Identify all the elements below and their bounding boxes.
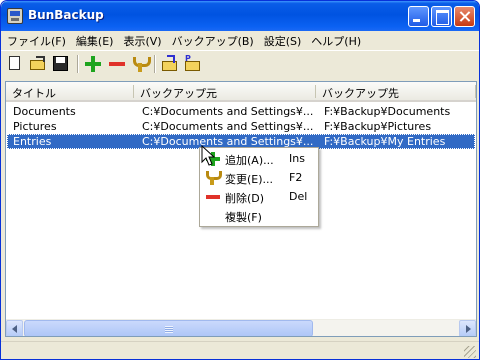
- toolbar: P: [1, 50, 479, 75]
- context-menu-delete[interactable]: 削除(D) Del: [200, 187, 318, 206]
- menu-item-label: 複製(F): [225, 211, 262, 224]
- save-icon[interactable]: [52, 55, 70, 73]
- item-source: C:¥Documents and Settings¥...: [142, 120, 314, 133]
- toolbar-separator: [154, 55, 156, 73]
- menu-file[interactable]: ファイル(F): [1, 31, 70, 49]
- maximize-button[interactable]: [431, 6, 452, 27]
- horizontal-scrollbar[interactable]: [6, 319, 476, 336]
- menu-help[interactable]: ヘルプ(H): [305, 31, 365, 49]
- new-file-icon[interactable]: [6, 55, 24, 73]
- item-source: C:¥Documents and Settings¥...: [142, 105, 314, 118]
- item-title: Pictures: [13, 120, 57, 133]
- menu-settings[interactable]: 設定(S): [258, 31, 306, 49]
- window-title: BunBackup: [28, 8, 104, 22]
- remove-icon: [205, 189, 220, 204]
- scroll-right-button[interactable]: [459, 320, 476, 336]
- item-destination: F:¥Backup¥My Entries: [324, 135, 446, 148]
- menu-item-shortcut: F2: [289, 171, 303, 184]
- edit-icon: [205, 170, 222, 185]
- open-folder-icon[interactable]: [29, 55, 47, 73]
- toolbar-separator: [77, 55, 79, 73]
- menu-backup[interactable]: バックアップ(B): [166, 31, 258, 49]
- item-destination: F:¥Backup¥Pictures: [324, 120, 432, 133]
- menu-item-shortcut: Ins: [289, 152, 305, 165]
- menu-bar: ファイル(F) 編集(E) 表示(V) バックアップ(B) 設定(S) ヘルプ(…: [1, 31, 479, 49]
- edit-icon[interactable]: [131, 55, 151, 73]
- status-bar: [1, 341, 479, 359]
- column-header-destination[interactable]: バックアップ先: [316, 82, 476, 100]
- menu-edit[interactable]: 編集(E): [70, 31, 118, 49]
- scroll-left-button[interactable]: [6, 320, 23, 336]
- menu-item-label: 変更(E)...: [225, 173, 274, 186]
- context-menu-duplicate[interactable]: 複製(F): [200, 206, 318, 225]
- app-window: BunBackup ファイル(F) 編集(E) 表示(V) バックアップ(B) …: [0, 0, 480, 360]
- minimize-button[interactable]: [408, 6, 429, 27]
- list-item[interactable]: Documents C:¥Documents and Settings¥... …: [7, 104, 475, 119]
- project-recent-icon[interactable]: P: [184, 54, 202, 73]
- app-icon: [7, 8, 23, 24]
- menu-item-shortcut: Del: [289, 190, 308, 203]
- column-header-title[interactable]: タイトル: [6, 82, 134, 100]
- list-item[interactable]: Pictures C:¥Documents and Settings¥... F…: [7, 119, 475, 134]
- resize-grip-icon[interactable]: [464, 346, 476, 358]
- scroll-thumb[interactable]: [24, 320, 313, 336]
- column-header-source[interactable]: バックアップ元: [134, 82, 316, 100]
- item-title: Documents: [13, 105, 76, 118]
- menu-item-label: 追加(A)...: [225, 154, 274, 167]
- item-title: Entries: [13, 135, 52, 148]
- menu-item-label: 削除(D): [225, 192, 265, 205]
- item-destination: F:¥Backup¥Documents: [324, 105, 451, 118]
- menu-view[interactable]: 表示(V): [117, 31, 165, 49]
- project-open-icon[interactable]: [161, 55, 179, 73]
- remove-icon[interactable]: [108, 55, 126, 73]
- mouse-cursor-icon: [201, 145, 216, 166]
- context-menu-edit[interactable]: 変更(E)... F2: [200, 168, 318, 187]
- list-header: タイトル バックアップ元 バックアップ先: [6, 82, 476, 102]
- add-icon[interactable]: [84, 55, 102, 73]
- title-bar[interactable]: BunBackup: [1, 1, 479, 31]
- close-button[interactable]: [454, 6, 475, 27]
